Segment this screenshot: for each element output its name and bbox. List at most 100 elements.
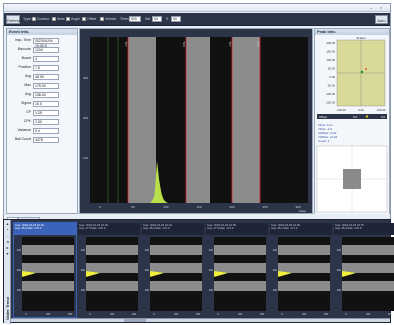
area-label: Area	[57, 17, 65, 21]
event-info-panel: Event Info. Insp. Time 2023/01/04 10:32:0…	[6, 28, 78, 214]
event-field: Board 4	[9, 55, 59, 62]
peak-info-panel: Peak Info. Scatter 200.00 150.00 100.00 50.0…	[314, 28, 390, 214]
offset-label: Offset	[319, 115, 327, 119]
std-input[interactable]: 50	[152, 16, 162, 22]
event-field-value[interactable]: 7.5	[33, 64, 59, 71]
tile-y-tick: 300	[337, 248, 342, 252]
area-checkbox[interactable]	[52, 17, 56, 21]
trend-tile-chart: 300 200 100 0 100 200	[273, 237, 330, 316]
peak-stat: Count: 1	[318, 139, 330, 143]
event-field-value[interactable]: 1.00	[33, 118, 59, 125]
event-field-label: Board	[21, 56, 31, 60]
scatter-y-tick: -50.00	[327, 84, 335, 88]
scroll-right-icon[interactable]: ►	[5, 246, 10, 250]
tile-x-tick: 200	[324, 312, 329, 316]
tile-x-tick: 100	[366, 312, 371, 316]
histogram-panel: LSL USL LSL USL 300 200 100 0 50 100 150 200 250 300 V…	[79, 28, 313, 214]
peak-scatter-chart[interactable]: Scatter 200.00 150.00 100.00 50.00 0.00 -50.00…	[315, 36, 389, 214]
x-axis-unit: Value	[299, 209, 307, 213]
event-field-value[interactable]: 1.25	[33, 109, 59, 116]
spec-limit-label: USL	[256, 41, 260, 47]
x-tick-label: 50	[131, 205, 135, 209]
event-field-value[interactable]: 175.00	[33, 82, 59, 89]
tile-band	[22, 263, 74, 273]
tile-y-tick: 200	[273, 268, 278, 272]
event-field-label: Max	[24, 83, 31, 87]
histogram-chart[interactable]: LSL USL LSL USL3002001000 50 100 150 200 250 300V…	[80, 29, 312, 213]
event-field-value[interactable]: 48.00	[33, 73, 59, 80]
tile-x-tick: 100	[238, 312, 243, 316]
auto-button[interactable]: Auto	[375, 15, 388, 24]
angle-checkbox[interactable]	[66, 17, 70, 21]
tile-y-tick: 300	[17, 248, 22, 252]
event-field-value[interactable]: 10.0	[33, 100, 59, 107]
event-field-value[interactable]: 4378	[33, 136, 59, 143]
x-tick-label: 100	[163, 205, 168, 209]
y-tick-label: 300	[83, 76, 88, 80]
scroll-down-icon[interactable]: ▼	[5, 252, 10, 256]
event-field-value[interactable]: 0.4	[33, 127, 59, 134]
tile-y-tick: 300	[145, 248, 150, 252]
event-field-value[interactable]: 1234	[33, 46, 59, 53]
tile-x-tick: 100	[174, 312, 179, 316]
event-field-label: Position	[18, 65, 31, 69]
spec-limit-label: LSL	[228, 41, 232, 47]
tile-band	[86, 281, 138, 291]
event-field-label: Avg	[25, 92, 31, 96]
thres-input[interactable]: 500	[129, 16, 141, 22]
trend-tile[interactable]: Insp. 2023-01-04 10:34 Avg: 48.2 Max: 172…	[142, 223, 204, 317]
tile-y-tick: 300	[273, 248, 278, 252]
tile-band	[22, 245, 74, 255]
close-button[interactable]: ×	[378, 5, 384, 10]
type-label: Type:	[23, 17, 32, 21]
trend-tile-line2: Avg: 48.2 Max: 172.0	[143, 226, 170, 231]
tile-y-tick: 200	[17, 268, 22, 272]
scatter-y-tick: 50.00	[328, 67, 335, 71]
minimize-button[interactable]: –	[368, 5, 374, 10]
event-field-value[interactable]: 136.00	[33, 91, 59, 98]
tile-x-tick: 0	[153, 312, 155, 316]
event-field: Avg 136.00	[9, 91, 59, 98]
trend-scrollbar[interactable]	[11, 318, 390, 322]
vehicle-checkbox[interactable]	[100, 17, 104, 21]
tile-band	[86, 245, 138, 255]
trend-tile[interactable]: Insp. 2023-01-04 10:32 Avg: 48.0 Max: 175…	[13, 222, 77, 318]
contour-checkbox[interactable]	[32, 17, 36, 21]
event-field-value[interactable]: 2023/01/04 10:32:0	[33, 37, 59, 48]
event-field: Variance 0.4	[9, 127, 59, 134]
zoom-out-icon[interactable]: –	[5, 234, 10, 238]
refresh-button[interactable]: Refresh	[6, 15, 21, 24]
trend-tile-chart: 300 200 100 0 100 200	[209, 237, 266, 316]
scatter-x-tick: 0.00	[358, 108, 364, 112]
peak-info-title: Peak Info.	[315, 29, 389, 35]
zoom-in-icon[interactable]: +	[5, 228, 10, 232]
tile-x-tick: 0	[217, 312, 219, 316]
event-field-value[interactable]: 4	[33, 55, 59, 62]
event-field-label: CP	[26, 110, 31, 114]
offset-bar	[317, 114, 387, 119]
s-input[interactable]: 50	[171, 16, 181, 22]
trend-tile[interactable]: Insp. 2023-01-04 10:33 Avg: 47.5 Max: 170…	[78, 223, 140, 317]
tolerance-band	[128, 37, 156, 203]
event-field-label: Barcode	[17, 47, 31, 51]
event-field: Max 175.00	[9, 82, 59, 89]
trend-tile[interactable]: Insp. 2023-01-04 10:37 Avg: 48.4 Max: 176…	[334, 223, 394, 317]
scatter-point	[365, 68, 367, 70]
trend-tile[interactable]: Insp. 2023-01-04 10:35 Avg: 47.9 Max: 174…	[206, 223, 268, 317]
tile-band	[278, 245, 330, 255]
tile-y-tick: 300	[209, 248, 214, 252]
trend-tile-chart: 300 200 100 0 100 200	[81, 237, 138, 316]
scatter-point	[360, 70, 364, 74]
event-field: CPK 1.00	[9, 118, 59, 125]
trend-tile-header: Insp. 2023-01-04 10:34 Avg: 48.2 Max: 172…	[142, 223, 204, 235]
trend-tile[interactable]: Insp. 2023-01-04 10:36 Avg: 48.1 Max: 171…	[270, 223, 332, 317]
s-label: S	[166, 17, 169, 21]
event-field-label: Sigma	[21, 101, 31, 105]
trend-tile-line2: Avg: 48.1 Max: 171.0	[271, 226, 298, 231]
scroll-left-icon[interactable]: ◄	[5, 240, 10, 244]
offset-checkbox[interactable]	[82, 17, 86, 21]
trend-tile-header: Insp. 2023-01-04 10:36 Avg: 48.1 Max: 171…	[270, 223, 332, 235]
scroll-up-icon[interactable]: ▲	[5, 222, 10, 226]
trend-tile-header: Insp. 2023-01-04 10:32 Avg: 48.0 Max: 175…	[14, 223, 76, 235]
trend-scrollbar-thumb[interactable]	[124, 319, 146, 322]
